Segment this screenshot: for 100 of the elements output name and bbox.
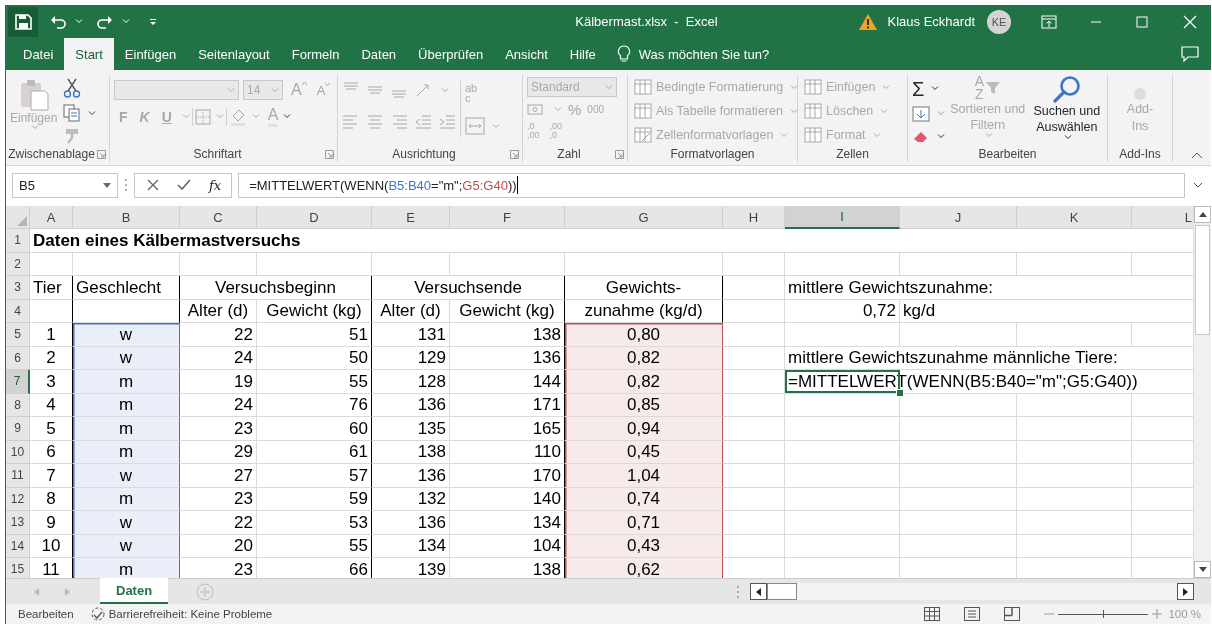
collapse-ribbon-icon[interactable] — [1191, 151, 1203, 159]
row-header[interactable]: 4 — [6, 299, 30, 323]
dialog-launcher-icon[interactable] — [97, 150, 106, 159]
ribbon-tab[interactable]: Hilfe — [558, 38, 607, 70]
column-header[interactable]: J — [900, 206, 1017, 229]
accessibility-status[interactable]: Barrierefreiheit: Keine Probleme — [108, 608, 273, 620]
insert-cells-icon — [804, 79, 822, 95]
accessibility-icon[interactable] — [89, 606, 106, 622]
warning-icon[interactable] — [857, 12, 878, 31]
redo-icon[interactable] — [97, 14, 113, 29]
row-header[interactable]: 2 — [6, 252, 30, 276]
table-cell: 0,82 — [565, 370, 723, 394]
scroll-down-icon[interactable] — [1198, 567, 1207, 572]
row-header[interactable]: 14 — [6, 534, 30, 558]
fill-down-icon[interactable] — [912, 106, 930, 122]
column-header[interactable]: C — [180, 206, 257, 229]
ribbon-tab[interactable]: Überprüfen — [407, 38, 495, 70]
ribbon-tab[interactable]: Formeln — [280, 38, 351, 70]
ribbon-tab[interactable]: Daten — [350, 38, 408, 70]
currency-icon[interactable] — [527, 101, 545, 118]
row-header[interactable]: 9 — [6, 417, 30, 441]
row-header[interactable]: 13 — [6, 511, 30, 535]
orientation-icon[interactable] — [414, 81, 432, 99]
autosum-button[interactable]: Σ — [912, 78, 925, 99]
row-header[interactable]: 1 — [6, 229, 30, 253]
row-header[interactable]: 15 — [6, 558, 30, 578]
column-header[interactable]: H — [723, 206, 785, 229]
column-header[interactable]: D — [257, 206, 372, 229]
column-header[interactable]: B — [73, 206, 180, 229]
caret-icon[interactable] — [122, 19, 130, 24]
ribbon-tab[interactable]: Datei — [12, 38, 65, 70]
caret-icon — [251, 114, 260, 119]
table-cell: Gewichts- — [565, 276, 723, 300]
name-box[interactable]: B5 — [12, 172, 118, 198]
insert-function-button[interactable]: fx — [209, 177, 222, 193]
row-header[interactable]: 7 — [6, 370, 30, 394]
close-icon[interactable] — [1183, 14, 1197, 29]
find-select-button[interactable]: Suchen und Auswählen — [1030, 75, 1103, 147]
scroll-up-icon[interactable] — [1198, 212, 1207, 217]
borders-icon[interactable] — [194, 108, 211, 125]
page-layout-icon[interactable] — [964, 607, 981, 621]
lightbulb-icon[interactable] — [616, 45, 631, 63]
row-header[interactable]: 11 — [6, 464, 30, 488]
caret-icon — [1064, 135, 1073, 140]
column-header[interactable]: E — [372, 206, 450, 229]
scroll-right-icon[interactable] — [1183, 587, 1188, 596]
fill-handle[interactable] — [896, 388, 904, 397]
normal-view-icon[interactable] — [924, 607, 941, 621]
merge-cells-icon[interactable] — [465, 117, 485, 135]
maximize-icon[interactable] — [1136, 15, 1148, 28]
cancel-icon[interactable] — [147, 179, 159, 191]
row-header[interactable]: 8 — [6, 393, 30, 417]
comment-icon[interactable] — [1181, 46, 1199, 62]
caret-icon[interactable] — [103, 182, 111, 188]
scroll-thumb[interactable] — [1195, 225, 1210, 335]
save-icon[interactable] — [8, 6, 38, 37]
sort-az-icon: A Z — [974, 75, 984, 101]
table-cell: 24 — [180, 393, 257, 417]
table-cell — [723, 252, 785, 276]
copy-icon[interactable] — [63, 104, 82, 122]
enter-icon[interactable] — [177, 179, 191, 191]
eraser-icon[interactable] — [912, 129, 930, 144]
column-header[interactable]: L — [1132, 206, 1193, 229]
formula-field[interactable]: =MITTELWERT(WENN(B5:B40="m";G5:G40)) — [238, 172, 1185, 198]
caret-icon[interactable] — [75, 19, 83, 24]
table-cell: 19 — [180, 370, 257, 394]
ribbon-display-icon[interactable] — [1041, 14, 1057, 29]
row-header[interactable]: 5 — [6, 323, 30, 347]
caret-icon — [790, 84, 799, 90]
column-header[interactable]: F — [450, 206, 565, 229]
customize-toolbar-icon[interactable] — [148, 16, 158, 27]
dialog-launcher-icon[interactable] — [325, 150, 334, 159]
row-header[interactable]: 6 — [6, 346, 30, 370]
vertical-scrollbar[interactable] — [1193, 206, 1211, 578]
row-header[interactable]: 10 — [6, 440, 30, 464]
expand-formula-icon[interactable] — [1193, 182, 1203, 188]
ribbon-tab[interactable]: Seitenlayout — [187, 38, 281, 70]
ribbon-tab[interactable]: Ansicht — [494, 38, 559, 70]
column-header[interactable]: A — [30, 206, 73, 229]
ribbon-tab[interactable]: Start — [64, 38, 114, 70]
user-name[interactable]: Klaus Eckhardt — [887, 14, 975, 29]
user-avatar[interactable]: KE — [987, 9, 1011, 34]
tell-me-field[interactable]: Was möchten Sie tun? — [638, 46, 809, 62]
row-header[interactable]: 3 — [6, 276, 30, 300]
fill-color-icon[interactable] — [228, 107, 247, 126]
row-header[interactable]: 12 — [6, 487, 30, 511]
ribbon-tab[interactable]: Einfügen — [113, 38, 188, 70]
dialog-launcher-icon[interactable] — [510, 150, 519, 159]
dialog-launcher-icon[interactable] — [615, 150, 624, 159]
column-header[interactable]: K — [1017, 206, 1132, 229]
undo-icon[interactable] — [50, 14, 66, 29]
scissors-icon[interactable] — [63, 78, 82, 98]
scroll-left-icon[interactable] — [756, 587, 761, 596]
column-header[interactable]: G — [565, 206, 723, 229]
page-break-icon[interactable] — [1004, 607, 1021, 621]
column-header[interactable]: I — [785, 206, 900, 229]
table-cell — [723, 417, 785, 441]
scroll-thumb[interactable] — [767, 583, 797, 600]
sheet-tab[interactable]: Daten — [100, 578, 169, 604]
zoom-in-icon[interactable] — [1152, 609, 1163, 619]
